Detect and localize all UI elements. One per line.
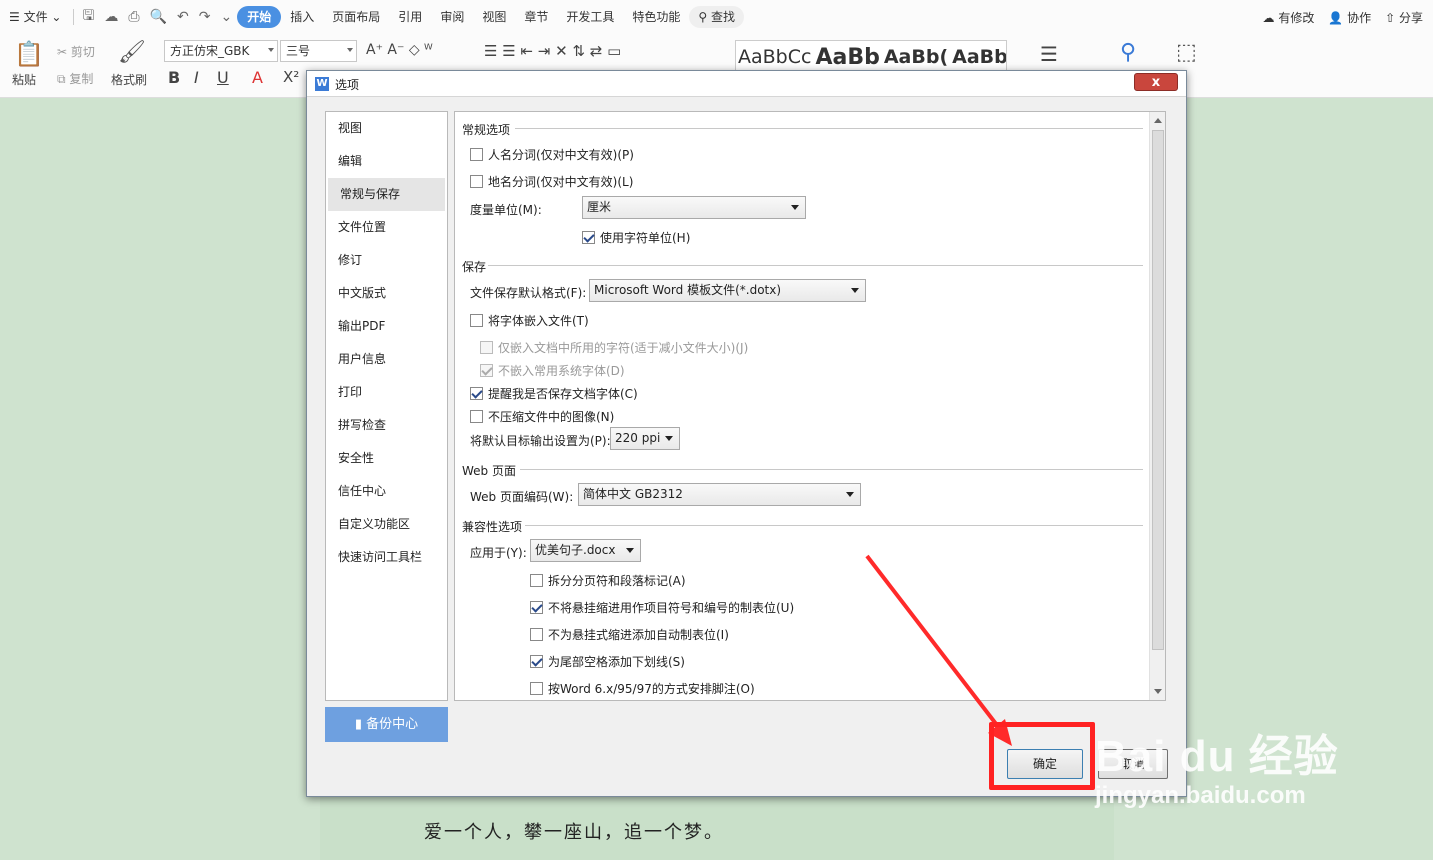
watermark-brand: Bai du 经验 <box>1095 732 1339 781</box>
ok-highlight-box <box>989 722 1095 790</box>
baidu-watermark: Bai du 经验 jingyan.baidu.com <box>1095 720 1339 810</box>
watermark-url: jingyan.baidu.com <box>1095 782 1306 809</box>
